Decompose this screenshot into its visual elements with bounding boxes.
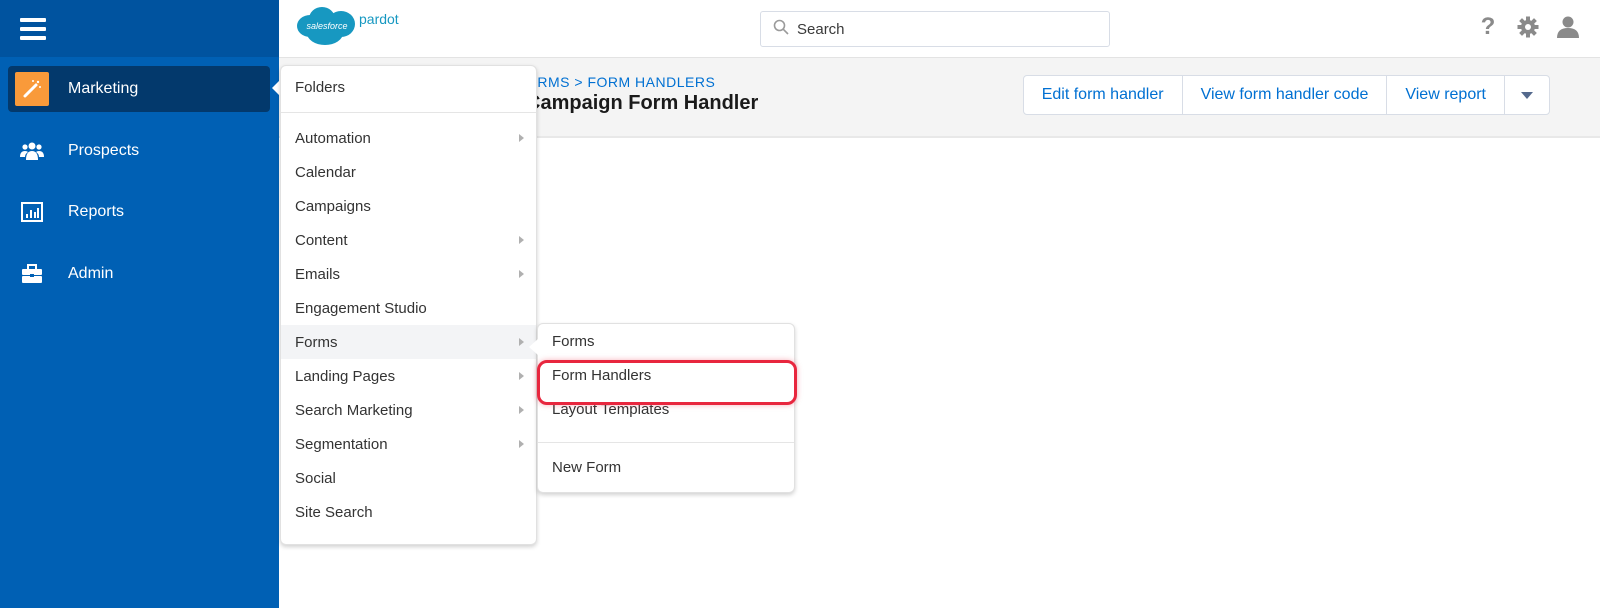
menu-item-landing-pages[interactable]: Landing Pages	[281, 359, 536, 393]
chevron-down-icon	[1521, 91, 1533, 99]
help-icon[interactable]: ?	[1476, 13, 1500, 40]
view-form-handler-code-button[interactable]: View form handler code	[1183, 76, 1388, 114]
menu-divider	[281, 112, 536, 113]
search-icon	[773, 19, 789, 40]
menu-divider	[538, 442, 794, 443]
marketing-menu: Folders Automation Calendar Campaigns Co…	[280, 65, 537, 545]
gear-icon[interactable]	[1516, 14, 1540, 40]
menu-item-label: Engagement Studio	[295, 299, 427, 317]
menu-item-label: Landing Pages	[295, 367, 396, 385]
chevron-right-icon	[519, 406, 524, 414]
submenu-item-form-handlers[interactable]: Form Handlers	[538, 358, 794, 392]
forms-submenu: Forms Form Handlers Layout Templates New…	[537, 323, 795, 493]
menu-item-folders[interactable]: Folders	[281, 70, 536, 104]
sidebar: Marketing Prospects Reports Admin	[0, 0, 279, 608]
menu-item-label: Search Marketing	[295, 401, 413, 419]
search-input[interactable]	[797, 20, 1097, 38]
view-report-button[interactable]: View report	[1387, 76, 1505, 114]
menu-item-label: Folders	[295, 78, 346, 96]
menu-item-label: Social	[295, 469, 336, 487]
page-title: Campaign Form Handler	[526, 92, 759, 114]
sidebar-item-label: Marketing	[68, 80, 139, 97]
top-header: salesforce pardot ?	[279, 0, 1600, 58]
menu-item-site-search[interactable]: Site Search	[281, 495, 536, 529]
user-icon[interactable]	[1556, 14, 1580, 40]
menu-item-label: Site Search	[295, 503, 373, 521]
more-actions-button[interactable]	[1505, 76, 1549, 114]
menu-item-label: Forms	[295, 333, 338, 351]
submenu-item-new-form[interactable]: New Form	[538, 450, 794, 484]
chevron-right-icon	[519, 236, 524, 244]
submenu-item-label: Form Handlers	[552, 366, 652, 384]
chevron-right-icon	[519, 440, 524, 448]
menu-item-label: Automation	[295, 129, 371, 147]
bar-chart-icon	[15, 195, 49, 229]
magic-wand-icon	[15, 72, 49, 106]
sidebar-top	[0, 0, 279, 57]
menu-pointer	[272, 80, 280, 96]
salesforce-cloud-icon: salesforce	[297, 5, 355, 45]
breadcrumb[interactable]: ORMS > FORM HANDLERS	[526, 74, 715, 90]
menu-item-label: Campaigns	[295, 197, 371, 215]
submenu-item-label: Layout Templates	[552, 400, 670, 418]
menu-item-segmentation[interactable]: Segmentation	[281, 427, 536, 461]
submenu-item-layout-templates[interactable]: Layout Templates	[538, 392, 794, 426]
briefcase-icon	[15, 257, 49, 291]
menu-item-campaigns[interactable]: Campaigns	[281, 189, 536, 223]
search-box[interactable]	[760, 11, 1110, 47]
chevron-right-icon	[519, 134, 524, 142]
menu-item-engagement-studio[interactable]: Engagement Studio	[281, 291, 536, 325]
menu-item-forms[interactable]: Forms	[281, 325, 536, 359]
edit-form-handler-button[interactable]: Edit form handler	[1024, 76, 1183, 114]
menu-item-social[interactable]: Social	[281, 461, 536, 495]
menu-item-label: Emails	[295, 265, 341, 283]
chevron-right-icon	[519, 270, 524, 278]
chevron-right-icon	[519, 338, 524, 346]
menu-item-label: Calendar	[295, 163, 356, 181]
chevron-right-icon	[519, 372, 524, 380]
people-icon	[15, 134, 49, 168]
header-icons: ?	[1476, 13, 1580, 40]
sidebar-item-marketing[interactable]: Marketing	[8, 66, 270, 112]
sidebar-item-label: Reports	[68, 203, 125, 220]
sidebar-item-label: Prospects	[68, 142, 140, 159]
logo-brand-text: pardot	[359, 11, 399, 27]
submenu-item-label: New Form	[552, 458, 622, 476]
app-root: Marketing Prospects Reports Admin salesf…	[0, 0, 1600, 608]
menu-item-label: Segmentation	[295, 435, 388, 453]
menu-item-content[interactable]: Content	[281, 223, 536, 257]
sidebar-item-prospects[interactable]: Prospects	[8, 128, 270, 174]
menu-item-label: Content	[295, 231, 348, 249]
salesforce-pardot-logo[interactable]: salesforce pardot	[297, 5, 399, 45]
action-button-group: Edit form handler View form handler code…	[1022, 75, 1550, 115]
hamburger-icon[interactable]	[20, 17, 46, 40]
submenu-item-label: Forms	[552, 332, 595, 350]
submenu-pointer	[529, 339, 538, 355]
menu-item-search-marketing[interactable]: Search Marketing	[281, 393, 536, 427]
logo-cloud-text: salesforce	[306, 21, 348, 31]
sidebar-item-reports[interactable]: Reports	[8, 189, 270, 235]
sidebar-item-admin[interactable]: Admin	[8, 251, 270, 297]
menu-item-emails[interactable]: Emails	[281, 257, 536, 291]
menu-item-calendar[interactable]: Calendar	[281, 155, 536, 189]
sidebar-item-label: Admin	[68, 265, 114, 282]
submenu-item-forms[interactable]: Forms	[538, 324, 794, 358]
menu-item-automation[interactable]: Automation	[281, 121, 536, 155]
